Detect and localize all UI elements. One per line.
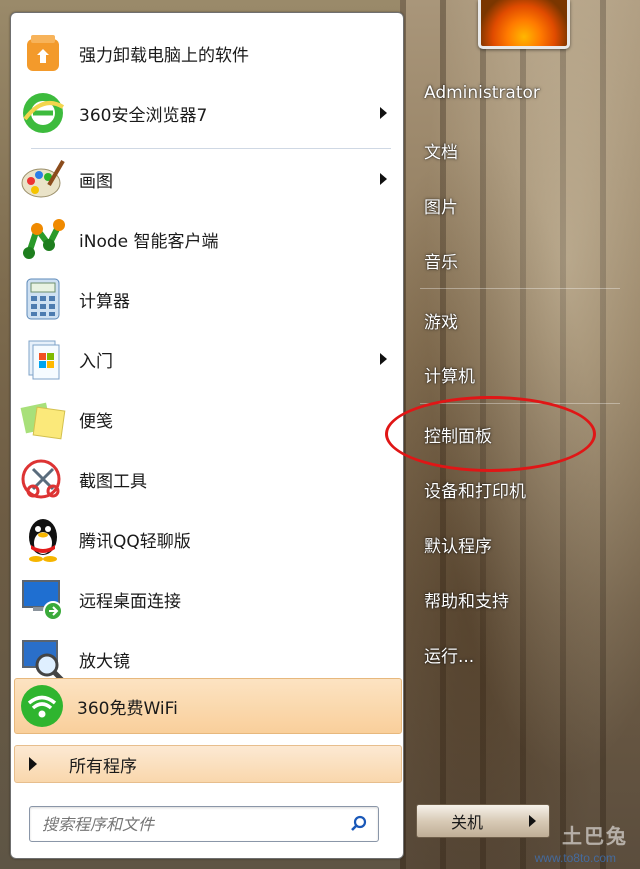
program-item-remote-desktop[interactable]: 远程桌面连接	[13, 569, 401, 629]
annotation-circle	[385, 396, 596, 472]
expand-arrow-icon	[29, 757, 37, 771]
paint-icon	[19, 155, 67, 203]
link-music[interactable]: 音乐	[424, 248, 458, 273]
program-item-getting-started[interactable]: 入门	[13, 329, 401, 389]
program-label: 截图工具	[79, 471, 147, 492]
submenu-arrow-icon[interactable]	[380, 173, 387, 185]
program-item-sticky-notes[interactable]: 便笺	[13, 389, 401, 449]
user-avatar[interactable]	[478, 0, 570, 49]
link-computer[interactable]: 计算机	[424, 362, 475, 387]
program-item-inode[interactable]: iNode 智能客户端	[13, 209, 401, 269]
sticky-notes-icon	[19, 395, 67, 443]
program-item-qq[interactable]: 腾讯QQ轻聊版	[13, 509, 401, 569]
program-label: 腾讯QQ轻聊版	[79, 531, 191, 552]
search-box[interactable]	[29, 806, 379, 842]
program-label: 强力卸载电脑上的软件	[79, 45, 249, 66]
program-label: 360免费WiFi	[77, 698, 178, 719]
start-menu-left-pane: 强力卸载电脑上的软件 360安全浏览器7 画图 iNode 智能客户端 计算器 …	[10, 12, 404, 859]
remote-desktop-icon	[19, 575, 67, 623]
watermark-logo: 土巴兔	[562, 826, 628, 848]
program-item-uninstaller[interactable]: 强力卸载电脑上的软件	[13, 23, 401, 83]
link-games[interactable]: 游戏	[424, 308, 458, 333]
calculator-icon	[19, 275, 67, 323]
getting-started-icon	[19, 335, 67, 383]
link-run[interactable]: 运行...	[424, 642, 474, 667]
search-input[interactable]	[40, 812, 344, 836]
all-programs-label: 所有程序	[69, 756, 137, 777]
program-list: 强力卸载电脑上的软件 360安全浏览器7 画图 iNode 智能客户端 计算器 …	[13, 23, 401, 689]
snipping-tool-icon	[19, 455, 67, 503]
shutdown-button[interactable]: 关机	[416, 804, 518, 838]
program-label: 360安全浏览器7	[79, 105, 208, 126]
inode-client-icon	[19, 215, 67, 263]
program-item-360-browser[interactable]: 360安全浏览器7	[13, 83, 401, 143]
link-default-programs[interactable]: 默认程序	[424, 532, 492, 557]
all-programs-button[interactable]: 所有程序	[14, 745, 402, 783]
browser-360-icon	[19, 89, 67, 137]
program-label: 计算器	[79, 291, 130, 312]
program-item-snipping-tool[interactable]: 截图工具	[13, 449, 401, 509]
separator	[420, 288, 620, 289]
program-item-paint[interactable]: 画图	[13, 149, 401, 209]
watermark-url: www.to8to.com	[534, 851, 616, 865]
link-help-support[interactable]: 帮助和支持	[424, 587, 509, 612]
submenu-arrow-icon[interactable]	[380, 107, 387, 119]
link-documents[interactable]: 文档	[424, 138, 458, 163]
program-label: 便笺	[79, 411, 113, 432]
wifi-icon	[20, 684, 64, 728]
search-icon[interactable]	[350, 815, 368, 833]
program-label: 远程桌面连接	[79, 591, 181, 612]
program-item-calculator[interactable]: 计算器	[13, 269, 401, 329]
shutdown-options-button[interactable]	[517, 804, 550, 838]
program-item-360-wifi[interactable]: 360免费WiFi	[14, 678, 402, 734]
program-label: iNode 智能客户端	[79, 231, 219, 252]
link-devices-printers[interactable]: 设备和打印机	[424, 477, 526, 502]
magnifier-icon	[19, 635, 67, 683]
qq-penguin-icon	[19, 515, 67, 563]
uninstaller-icon	[19, 29, 67, 77]
link-pictures[interactable]: 图片	[424, 193, 458, 218]
program-label: 画图	[79, 171, 113, 192]
link-administrator[interactable]: Administrator	[424, 83, 540, 103]
program-label: 放大镜	[79, 651, 130, 672]
program-label: 入门	[79, 351, 113, 372]
submenu-arrow-icon[interactable]	[380, 353, 387, 365]
